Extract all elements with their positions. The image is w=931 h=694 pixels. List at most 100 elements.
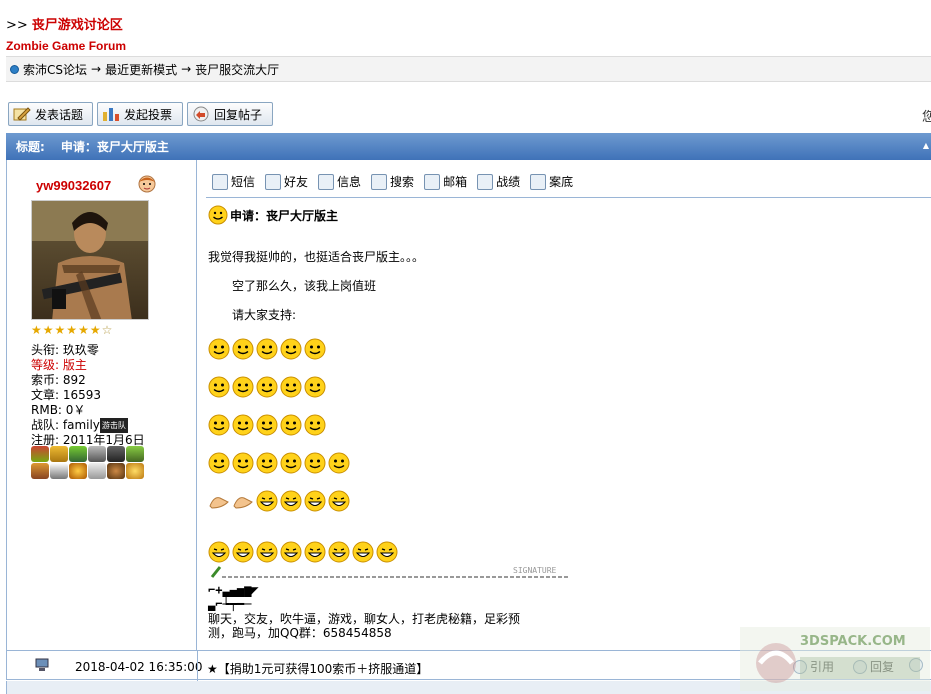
reg-label: 注册: [31,433,60,447]
medal-icon [88,463,106,479]
user-rating: ★ ★ ★ ★ ★ ★ ☆ [31,324,112,336]
emoticon-row [208,452,350,474]
rank-label: 头衔: [31,343,60,357]
username[interactable]: yw99032607 [36,178,111,193]
search-icon [371,173,388,190]
reply-topic-label: 回复帖子 [214,107,263,122]
grin-emoticon-icon [352,541,374,563]
user-team-row: 战队: family 游击队 [31,418,145,433]
new-poll-button[interactable]: 发起投票 [97,102,183,126]
post-line: 请大家支持: [232,308,297,322]
site-watermark: 3DSPACK.COM [740,627,930,691]
grin-emoticon-icon [256,541,278,563]
signature-art-line: ⌐+▃▄▅▆◤ [208,583,259,597]
action-history[interactable]: 案底 [530,173,573,190]
team-value[interactable]: family [63,418,100,432]
signature-text: 聊天，交友，吹牛逼，游戏，聊女人，打老虎秘籍，足彩预测，跑马，加QQ群：6584… [208,612,521,640]
handshake-emoticon-icon [208,490,230,512]
new-topic-label: 发表话题 [35,107,84,122]
mail-icon [424,173,441,190]
breadcrumb-mode-link[interactable]: 最近更新模式 [105,61,177,78]
action-record[interactable]: 战绩 [477,173,520,190]
smile-emoticon-icon [232,452,254,474]
smile-emoticon-icon [208,414,230,436]
rmb-label: RMB: [31,403,62,417]
star-filled-icon: ★ [89,323,101,337]
action-message[interactable]: 短信 [212,173,255,190]
smile-icon [208,205,228,225]
emoticon-row [208,490,350,512]
reply-topic-button[interactable]: 回复帖子 [187,102,273,126]
action-label: 信息 [337,175,362,189]
avatar[interactable] [31,200,149,320]
breadcrumb-separator: → [91,62,102,76]
user-info: 头衔: 玖玖零 等级: 版主 索币: 892 文章: 16593 RMB: 0￥… [31,343,145,448]
forum-header: >> 丧尸游戏讨论区 Zombie Game Forum [6,14,126,53]
breadcrumb-bullet-icon [10,64,19,74]
posts-value: 16593 [62,388,102,402]
medal-icon [69,463,87,479]
smile-emoticon-icon [280,452,302,474]
action-mail[interactable]: 邮箱 [424,173,467,190]
post-toolbar: 发表话题 发起投票 回复帖子 [8,102,273,126]
action-search[interactable]: 搜索 [371,173,414,190]
footer-divider [197,651,198,681]
pencil-icon [13,106,31,122]
grin-emoticon-icon [256,490,278,512]
smile-emoticon-icon [304,414,326,436]
medal-icon [69,446,87,462]
medal-icon [31,446,49,462]
post-date: 2018-04-02 16:35:00 [75,660,203,674]
medal-icon [88,446,106,462]
breadcrumb-board-link[interactable]: 丧尸服交流大厅 [195,61,279,78]
post-title-text: 申请：丧尸大厅版主 [230,208,339,223]
star-filled-icon: ★ [42,323,54,337]
medal-icon [50,463,68,479]
post-line: 空了那么久，该我上岗值班 [232,279,377,293]
rank-value: 玖玖零 [62,343,99,357]
smile-emoticon-icon [232,338,254,360]
grin-emoticon-icon [304,541,326,563]
breadcrumb-separator: → [181,62,192,76]
smile-emoticon-icon [304,376,326,398]
medal-icon [126,446,144,462]
forum-title-cn[interactable]: 丧尸游戏讨论区 [32,18,123,33]
user-rmb-row: RMB: 0￥ [31,403,145,418]
soldier-icon [477,173,494,190]
smile-emoticon-icon [256,452,278,474]
user-face-icon [137,173,157,193]
topic-title-bar: 标题: 申请：丧尸大厅版主 ▲ [6,133,931,160]
forum-title[interactable]: >> 丧尸游戏讨论区 [6,14,126,33]
emoticon-row [208,541,398,563]
smile-emoticon-icon [232,414,254,436]
donation-notice[interactable]: ★【捐助1元可获得100索币＋挤服通道】 [207,660,428,677]
user-medals [31,446,161,480]
emoticon-row [208,338,326,360]
medal-icon [126,463,144,479]
toolbar-edge-text: 您 [921,110,931,125]
smile-emoticon-icon [256,414,278,436]
grin-emoticon-icon [280,490,302,512]
post-content: 短信 好友 信息 搜索 邮箱 战绩 案底 申请：丧尸大厅版主 我觉得我挺帅的，也… [198,160,931,650]
reg-value: 2011年1月6日 [62,433,145,447]
post-actions: 短信 好友 信息 搜索 邮箱 战绩 案底 [212,173,573,190]
signature-art: ⌐+▃▄▅▆◤ ▃⌐┶┯━─ [208,583,259,611]
post-line: 我觉得我挺帅的，也挺适合丧尸版主。。。 [208,250,425,264]
team-label: 战队: [31,418,60,432]
level-value: 版主 [62,358,87,372]
action-friend[interactable]: 好友 [265,173,308,190]
collapse-icon[interactable]: ▲ [923,141,929,150]
grin-emoticon-icon [328,541,350,563]
document-icon [530,173,547,190]
smile-emoticon-icon [256,338,278,360]
action-info[interactable]: 信息 [318,173,361,190]
actions-divider [206,197,931,198]
team-badge: 游击队 [99,418,128,433]
user-rank-row: 头衔: 玖玖零 [31,343,145,358]
emoticon-row [208,376,326,398]
new-topic-button[interactable]: 发表话题 [8,102,93,126]
breadcrumb-home-link[interactable]: 索沛CS论坛 [23,61,87,78]
star-empty-icon: ☆ [101,323,113,337]
action-label: 邮箱 [443,175,468,189]
action-label: 搜索 [390,175,415,189]
